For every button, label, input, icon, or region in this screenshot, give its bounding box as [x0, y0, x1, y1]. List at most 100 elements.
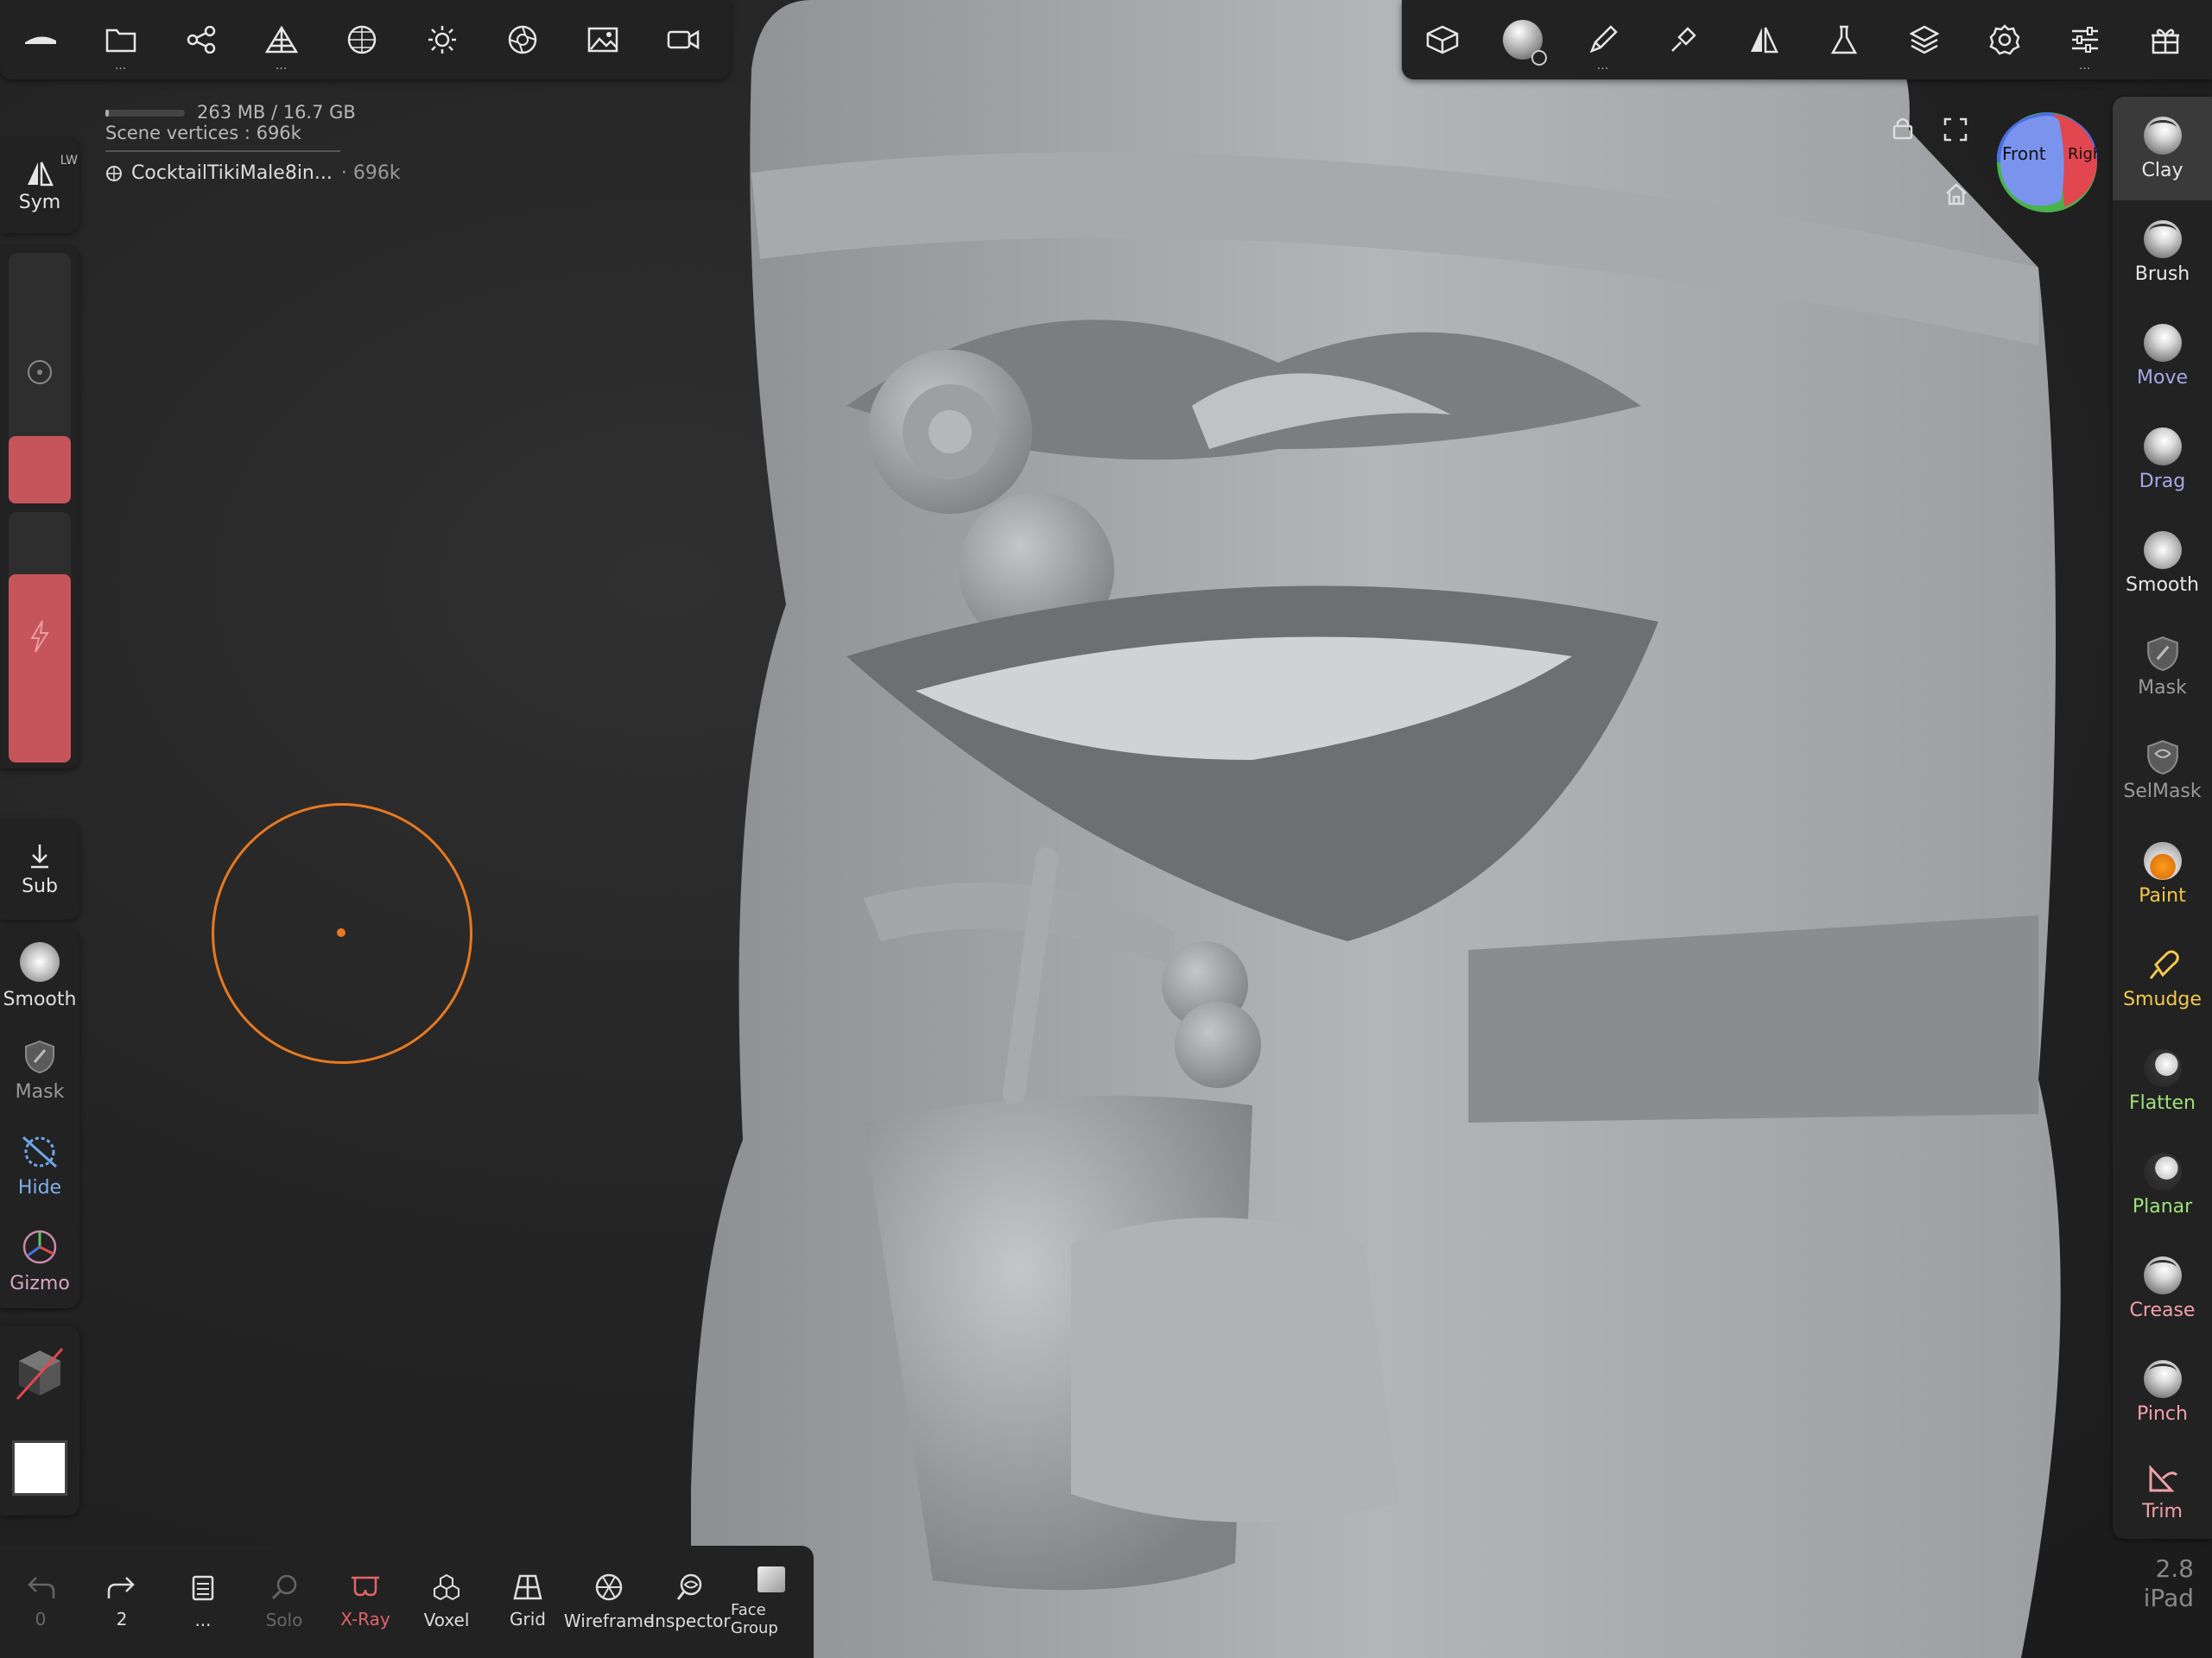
- subdivide-button[interactable]: Sub: [0, 820, 79, 920]
- drag-icon: [2143, 427, 2182, 465]
- tool-crease[interactable]: Crease: [2113, 1237, 2212, 1340]
- wireframe-button[interactable]: Wireframe: [564, 1573, 654, 1631]
- mesh-tools-icon[interactable]: ...: [241, 0, 321, 79]
- tool-drag[interactable]: Drag: [2113, 408, 2212, 511]
- left-symmetry-panel: Sym LW: [0, 138, 79, 233]
- left-slider-panel: [0, 246, 79, 769]
- brush-sphere-icon[interactable]: [1482, 0, 1562, 79]
- tool-selmask[interactable]: SelMask: [2113, 718, 2212, 822]
- fullscreen-icon[interactable]: [1943, 117, 1968, 145]
- voxel-icon: [434, 1573, 460, 1601]
- tool-brush[interactable]: Brush: [2113, 200, 2212, 304]
- redo-button[interactable]: 2: [81, 1574, 162, 1630]
- tool-smooth[interactable]: Smooth: [2113, 511, 2212, 615]
- grid-button[interactable]: Grid: [487, 1574, 568, 1630]
- material-icon[interactable]: [482, 0, 562, 79]
- left-material-panel: [0, 1326, 79, 1516]
- tool-mask[interactable]: Mask: [2113, 615, 2212, 718]
- inspector-button[interactable]: Inspector: [650, 1573, 731, 1631]
- undo-icon: [28, 1577, 55, 1598]
- scene-box-icon[interactable]: [1402, 0, 1482, 79]
- voxel-label: Voxel: [423, 1610, 470, 1630]
- image-icon[interactable]: [562, 0, 643, 79]
- more-indicator: ...: [1596, 59, 1609, 73]
- redo-icon: [107, 1577, 135, 1598]
- view-orientation-gizmo[interactable]: Front Right: [1995, 111, 2099, 214]
- solo-icon: [271, 1574, 297, 1600]
- left-quick-tools: Smooth Mask Hide Gizmo: [0, 928, 79, 1308]
- xray-button[interactable]: X-Ray: [325, 1574, 406, 1630]
- tool-trim-label: Trim: [2142, 1500, 2183, 1522]
- lock-icon[interactable]: [1892, 116, 1914, 143]
- voxel-button[interactable]: Voxel: [406, 1573, 487, 1630]
- sliders-icon[interactable]: ...: [2044, 0, 2125, 79]
- trim-icon: [2149, 1464, 2177, 1491]
- layers-icon[interactable]: [1884, 0, 1964, 79]
- quick-smooth-button[interactable]: Smooth: [0, 928, 79, 1023]
- symmetry-button[interactable]: Sym LW: [0, 138, 79, 233]
- undo-button[interactable]: 0: [0, 1574, 81, 1630]
- facegroup-button[interactable]: Face Group: [731, 1566, 812, 1637]
- viewport-3d[interactable]: ... ... ... ... 263 MB / 16.7 GB Scene v…: [0, 0, 2212, 1658]
- gift-icon[interactable]: [2125, 0, 2205, 79]
- smooth-icon: [2143, 530, 2182, 569]
- tool-trim[interactable]: Trim: [2113, 1444, 2212, 1539]
- light-icon[interactable]: [402, 0, 482, 79]
- move-icon: [2143, 323, 2182, 362]
- scene-vertices: Scene vertices : 696k: [105, 123, 301, 143]
- redo-count: 2: [116, 1609, 128, 1630]
- color-swatch-button[interactable]: [0, 1421, 79, 1516]
- tool-flatten[interactable]: Flatten: [2113, 1029, 2212, 1133]
- quick-hide-button[interactable]: Hide: [0, 1118, 79, 1213]
- device-name: iPad: [2143, 1584, 2194, 1612]
- selmask-icon: [2146, 739, 2178, 775]
- tool-smooth-label: Smooth: [2126, 573, 2199, 596]
- sub-label: Sub: [22, 876, 58, 897]
- mask-icon: [25, 1040, 54, 1073]
- scene-tree-icon[interactable]: [161, 0, 241, 79]
- history-button[interactable]: ...: [162, 1573, 244, 1630]
- wireframe-label: Wireframe: [563, 1611, 655, 1631]
- solo-button[interactable]: Solo: [244, 1573, 325, 1630]
- quick-mask-button[interactable]: Mask: [0, 1023, 79, 1118]
- matcap-button[interactable]: [0, 1326, 79, 1421]
- wireframe-icon: [595, 1573, 623, 1601]
- version-number: 2.8: [2155, 1554, 2194, 1583]
- nomad-logo-icon[interactable]: [0, 0, 80, 79]
- flask-icon[interactable]: [1803, 0, 1884, 79]
- pinch-icon: [2143, 1359, 2182, 1398]
- tool-pinch[interactable]: Pinch: [2113, 1340, 2212, 1444]
- left-sub-panel: Sub: [0, 820, 79, 920]
- hide-icon: [22, 1136, 58, 1168]
- grid-label: Grid: [510, 1609, 546, 1630]
- topology-sphere-icon[interactable]: [321, 0, 402, 79]
- top-right-toolbar: ... ...: [1402, 0, 2212, 79]
- tool-planar[interactable]: Planar: [2113, 1133, 2212, 1237]
- painting-icon[interactable]: [1643, 0, 1723, 79]
- scene-object-item[interactable]: CocktailTikiMale8in... · 696k: [105, 162, 401, 184]
- history-icon: [192, 1575, 214, 1601]
- tool-smudge[interactable]: Smudge: [2113, 926, 2212, 1029]
- sym-badge: LW: [60, 154, 78, 168]
- tool-clay[interactable]: Clay: [2113, 97, 2212, 200]
- symmetry-icon: [28, 161, 54, 186]
- symmetry-icon[interactable]: [1723, 0, 1803, 79]
- more-indicator: ...: [114, 59, 127, 73]
- tool-move[interactable]: Move: [2113, 304, 2212, 408]
- tool-planar-label: Planar: [2132, 1195, 2193, 1218]
- stroke-pen-icon[interactable]: ...: [1562, 0, 1643, 79]
- tool-drag-label: Drag: [2139, 470, 2186, 492]
- tool-smudge-label: Smudge: [2123, 988, 2202, 1010]
- gizmo-front-label: Front: [2002, 143, 2046, 164]
- settings-gear-icon[interactable]: [1964, 0, 2044, 79]
- tool-paint[interactable]: Paint: [2113, 822, 2212, 926]
- mesh-object-icon: [106, 165, 122, 181]
- object-name: CocktailTikiMale8in...: [131, 162, 333, 184]
- quick-gizmo-button[interactable]: Gizmo: [0, 1213, 79, 1308]
- home-view-icon[interactable]: [1945, 183, 1968, 209]
- xray-label: X-Ray: [340, 1609, 390, 1630]
- folder-icon[interactable]: ...: [80, 0, 161, 79]
- scene-info: 263 MB / 16.7 GB Scene vertices : 696k: [105, 102, 356, 143]
- camera-icon[interactable]: [643, 0, 723, 79]
- right-tool-palette: Clay Brush Move Drag Smooth Mask SelMask: [2113, 97, 2212, 1539]
